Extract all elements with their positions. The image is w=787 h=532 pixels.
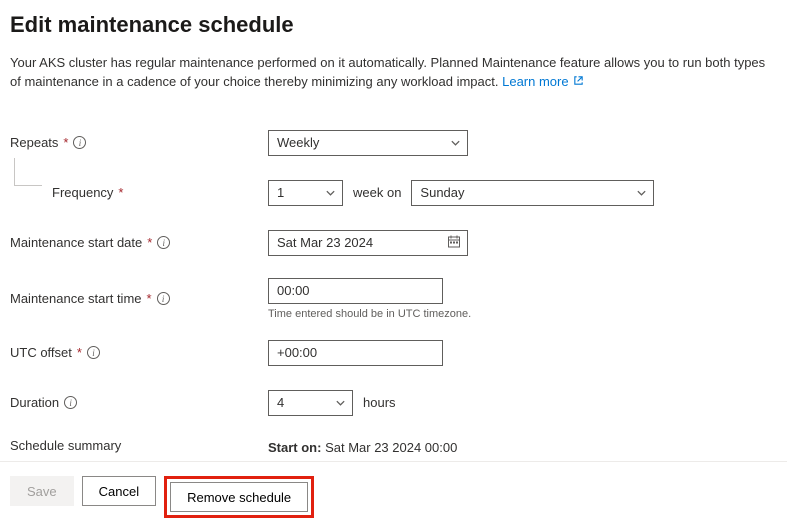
info-icon[interactable]: i (87, 346, 100, 359)
required-asterisk: * (63, 135, 68, 150)
summary-start-on-value: Sat Mar 23 2024 00:00 (325, 440, 457, 455)
duration-row: Duration i 4 hours (10, 388, 777, 418)
utc-offset-label: UTC offset (10, 345, 72, 360)
description-text: Your AKS cluster has regular maintenance… (10, 55, 765, 89)
info-icon[interactable]: i (157, 292, 170, 305)
frequency-select[interactable]: 1 (268, 180, 343, 206)
repeats-label: Repeats (10, 135, 58, 150)
utc-offset-input[interactable] (268, 340, 443, 366)
required-asterisk: * (118, 185, 123, 200)
start-time-row: Maintenance start time * i Time entered … (10, 278, 777, 320)
required-asterisk: * (147, 291, 152, 306)
repeats-row: Repeats * i Weekly (10, 128, 777, 158)
required-asterisk: * (77, 345, 82, 360)
start-date-label: Maintenance start date (10, 235, 142, 250)
footer-bar: Save Cancel Remove schedule (0, 461, 787, 532)
weekday-select[interactable]: Sunday (411, 180, 654, 206)
indent-connector-line (14, 158, 42, 186)
week-on-text: week on (353, 185, 401, 200)
page-title: Edit maintenance schedule (10, 12, 777, 38)
required-asterisk: * (147, 235, 152, 250)
start-date-input[interactable]: Sat Mar 23 2024 (268, 230, 468, 256)
page-description: Your AKS cluster has regular maintenance… (10, 54, 770, 92)
learn-more-text: Learn more (502, 73, 568, 92)
duration-select[interactable]: 4 (268, 390, 353, 416)
learn-more-link[interactable]: Learn more (502, 73, 583, 92)
repeats-select[interactable]: Weekly (268, 130, 468, 156)
info-icon[interactable]: i (64, 396, 77, 409)
external-link-icon (573, 73, 584, 92)
duration-label: Duration (10, 395, 59, 410)
remove-highlight: Remove schedule (164, 476, 314, 518)
start-time-input[interactable] (268, 278, 443, 304)
start-date-row: Maintenance start date * i Sat Mar 23 20… (10, 228, 777, 258)
save-button: Save (10, 476, 74, 506)
summary-label: Schedule summary (10, 438, 121, 453)
time-helper-text: Time entered should be in UTC timezone. (268, 308, 471, 320)
summary-start-on-label: Start on: (268, 440, 321, 455)
start-time-label: Maintenance start time (10, 291, 142, 306)
frequency-row: Frequency * 1 week on Sunday (10, 178, 777, 208)
cancel-button[interactable]: Cancel (82, 476, 156, 506)
info-icon[interactable]: i (157, 236, 170, 249)
info-icon[interactable]: i (73, 136, 86, 149)
utc-offset-row: UTC offset * i (10, 338, 777, 368)
remove-schedule-button[interactable]: Remove schedule (170, 482, 308, 512)
hours-text: hours (363, 395, 396, 410)
frequency-label: Frequency (52, 185, 113, 200)
